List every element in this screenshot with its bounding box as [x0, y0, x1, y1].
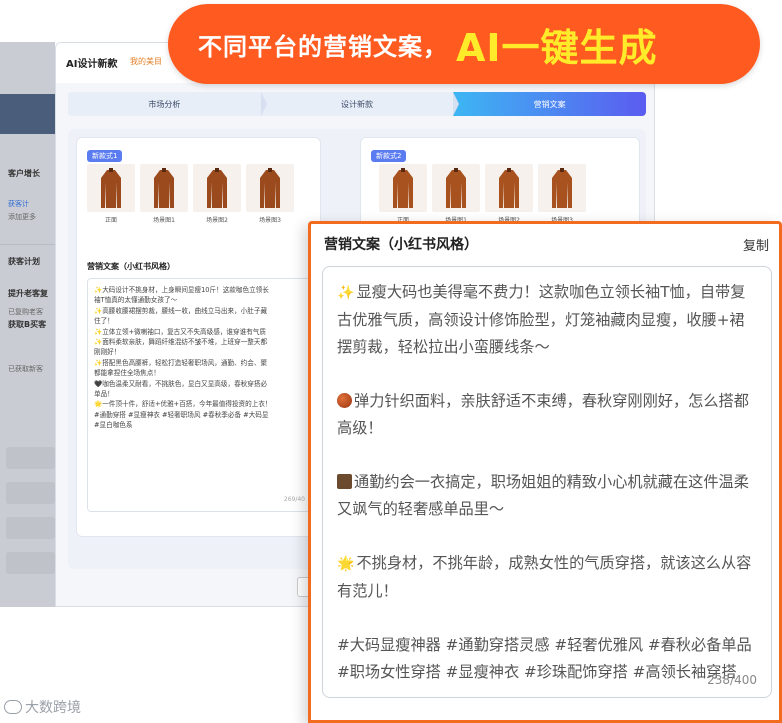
briefcase-icon: [337, 474, 352, 489]
jacket-image: [87, 164, 135, 212]
placeholder-block: [6, 482, 55, 504]
sidebar-link[interactable]: 获客计: [8, 199, 29, 209]
copy-line: ✨搭配黑色高腰裤，轻松打造轻奢职场风，通勤、约会、聚: [94, 358, 268, 367]
copy-line: 袖T恤真的太懂通勤女孩了～: [94, 296, 178, 305]
jacket-image: [193, 164, 241, 212]
glowing-star-icon: 🌟: [337, 556, 355, 572]
sidebar-item-title[interactable]: 提升老客复: [8, 288, 48, 299]
sidebar-link-sub: 添加更多: [8, 213, 36, 221]
step-marketing-copy[interactable]: 营销文案: [453, 92, 647, 116]
copy-textarea[interactable]: ✨大码设计不挑身材，上身瞬间显瘦10斤！这款咖色立领长 袖T恤真的太懂通勤女孩了…: [87, 278, 312, 512]
step-progress: 市场分析 设计新款 营销文案: [68, 92, 647, 116]
sparkle-icon: ✨: [337, 285, 355, 301]
copy-line: 单品！: [94, 390, 114, 399]
char-count: 238/400: [707, 673, 757, 687]
sidebar-item-title-2[interactable]: 获取B买客: [8, 319, 46, 330]
placeholder-block: [6, 552, 55, 574]
copy-line: #通勤穿搭 #显瘦神衣 #轻奢职场风 #春秋季必备 #大码显: [94, 410, 269, 419]
placeholder-block: [6, 447, 55, 469]
banner-highlight: AI一键生成: [456, 25, 658, 70]
sidebar-section-title: 客户增长: [8, 169, 40, 178]
style-card-1: 新款式1 正面 场景图1 场景图2 场景图3 营销文案（小红书风格） ✨大码设计…: [76, 137, 321, 537]
watermark: 大数跨境: [4, 697, 81, 717]
sidebar: 客户增长 获客计 添加更多 获客计划 提升老客复 已复购老客 获取B买客 已获取…: [0, 42, 55, 607]
paragraph-text: 不挑身材，不挑年龄，成熟女性的气质穿搭，就该这么从容有范儿！: [337, 554, 752, 600]
copy-button[interactable]: 复制: [743, 235, 769, 254]
copy-line: 刚刚好！: [94, 348, 121, 357]
style-badge: 新款式2: [371, 150, 407, 162]
copy-paragraph: 通勤约会一衣搞定，职场姐姐的精致小心机就藏在这件温柔又飒气的轻奢感单品里～: [337, 469, 757, 523]
step-label: 设计新款: [341, 99, 373, 109]
copy-line: 住了！: [94, 317, 114, 326]
style-badge: 新款式1: [87, 150, 123, 162]
jacket-image: [140, 164, 188, 212]
step-label: 营销文案: [533, 99, 566, 109]
thumbnail-caption: 场景图2: [206, 217, 228, 224]
thumbnail-caption: 场景图3: [259, 217, 281, 224]
sidebar-item-sub-2: 已获取新客: [8, 365, 43, 373]
divider: [0, 244, 55, 245]
jacket-image: [246, 164, 294, 212]
window-title: AI设计新款: [66, 59, 118, 70]
thumbnail-row: 正面 场景图1 场景图2: [87, 164, 294, 224]
step-design[interactable]: 设计新款: [260, 92, 460, 116]
breadcrumb[interactable]: 我的美目: [130, 56, 162, 67]
copy-line: ✨高腰收腰裙摆剪裁，腰线一收，曲线立马出来，小肚子藏: [94, 306, 268, 315]
placeholder-block: [6, 517, 55, 539]
step-arrow: [260, 92, 267, 116]
copy-line: 🖤咖色温柔又耐看，不挑肤色，显白又显高级，春秋穿搭必: [94, 379, 268, 388]
char-count: 269/40: [283, 495, 305, 503]
thumbnail[interactable]: 正面: [379, 164, 427, 224]
thumbnail[interactable]: 场景图3: [538, 164, 586, 224]
sidebar-plan-title: 获客计划: [8, 257, 40, 266]
copy-line: ✨立体立领+微喇袖口，复古又不失高级感，谁穿谁有气质: [94, 327, 266, 336]
copy-label: 营销文案（小红书风格）: [87, 262, 175, 271]
step-arrow: [453, 92, 460, 116]
thumbnail-row: 正面 场景图1 场景图2: [379, 164, 586, 224]
jacket-image: [485, 164, 533, 212]
jacket-image: [538, 164, 586, 212]
step-market-analysis[interactable]: 市场分析: [68, 92, 267, 116]
thumbnail[interactable]: 场景图1: [432, 164, 480, 224]
copy-line: #显白咖色系: [94, 421, 133, 430]
thumbnail[interactable]: 场景图2: [193, 164, 241, 224]
copy-line: 🌟一件顶十件，舒适+优雅+百搭，今年最值得投资的上衣！: [94, 400, 272, 409]
banner-text: 不同平台的营销文案，: [198, 32, 448, 61]
copy-line: ✨大码设计不挑身材，上身瞬间显瘦10斤！这款咖色立领长: [94, 286, 269, 294]
copy-paragraph: 弹力针织面料，亲肤舒适不束缚，春秋穿刚刚好，怎么搭都高级！: [337, 388, 757, 442]
paragraph-text: 显瘦大码也美得毫不费力！这款咖色立领长袖T恤，自带复古优雅气质，高领设计修饰脸型…: [337, 283, 746, 356]
brand-logo-icon: [4, 700, 22, 714]
sidebar-item-sub: 已复购老客: [8, 308, 43, 316]
thumbnail-caption: 正面: [104, 217, 117, 224]
copy-line: 都能拿捏住全场焦点！: [94, 369, 160, 378]
watermark-text: 大数跨境: [25, 700, 81, 716]
thumbnail[interactable]: 场景图2: [485, 164, 533, 224]
copy-textarea[interactable]: ✨ 显瘦大码也美得毫不费力！这款咖色立领长袖T恤，自带复古优雅气质，高领设计修饰脸…: [322, 266, 772, 698]
paragraph-text: 通勤约会一衣搞定，职场姐姐的精致小心机就藏在这件温柔又飒气的轻奢感单品里～: [337, 473, 749, 518]
jacket-image: [432, 164, 480, 212]
thumbnail[interactable]: 正面: [87, 164, 135, 224]
marketing-copy-panel: 营销文案（小红书风格） 复制 ✨ 显瘦大码也美得毫不费力！这款咖色立领长袖T恤，自…: [308, 221, 782, 723]
paragraph-text: 弹力针织面料，亲肤舒适不束缚，春秋穿刚刚好，怎么搭都高级！: [337, 392, 749, 437]
hashtags: #大码显瘦神器 #通勤穿搭灵感 #轻奢优雅风 #春秋必备单品 #职场女性穿搭 #…: [337, 636, 752, 681]
yarn-ball-icon: [337, 393, 352, 408]
jacket-image: [379, 164, 427, 212]
thumbnail[interactable]: 场景图3: [246, 164, 294, 224]
promo-banner: 不同平台的营销文案， AI一键生成: [168, 4, 760, 84]
copy-line: ✨面料柔软亲肤，舞蹈纤维混纺不皱不堆，上班穿一整天都: [94, 338, 268, 347]
thumbnail-caption: 场景图1: [153, 217, 175, 224]
copy-paragraph: 🌟 不挑身材，不挑年龄，成熟女性的气质穿搭，就该这么从容有范儿！: [337, 550, 757, 605]
panel-title: 营销文案（小红书风格）: [324, 237, 478, 253]
thumbnail[interactable]: 场景图1: [140, 164, 188, 224]
copy-paragraph: ✨ 显瘦大码也美得毫不费力！这款咖色立领长袖T恤，自带复古优雅气质，高领设计修饰脸…: [337, 279, 757, 361]
step-label: 市场分析: [148, 99, 181, 109]
